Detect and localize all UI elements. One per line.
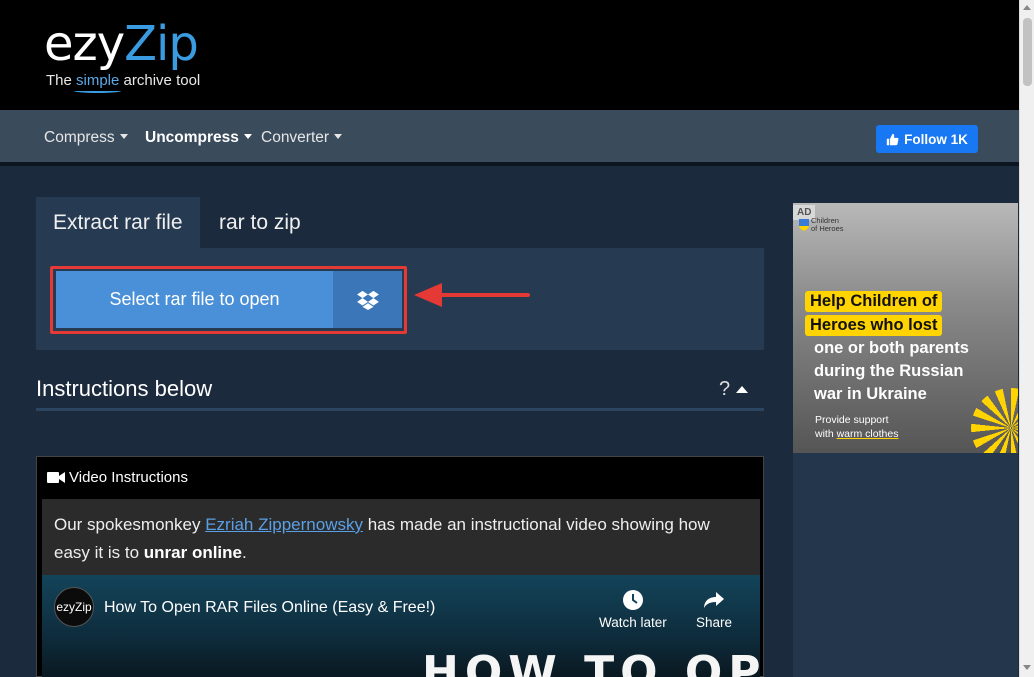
youtube-embed[interactable]: ezyZip How To Open RAR Files Online (Eas… [42, 575, 760, 677]
watch-later-button[interactable]: Watch later [599, 589, 667, 630]
follow-label: Follow 1K [904, 131, 968, 147]
logo-wordmark: ezyZip [44, 16, 199, 72]
site-logo[interactable]: ezyZip The simple archive tool [44, 16, 200, 89]
advertisement[interactable]: AD Children of Heroes Help Children of H… [793, 203, 1018, 453]
main-nav: Compress Uncompress Converter Follow 1K [0, 110, 1019, 166]
dropbox-button[interactable] [333, 271, 402, 328]
divider [36, 408, 764, 411]
video-thumbnail-text: HOW TO OPEN [422, 647, 760, 677]
ad-sun-graphic [971, 388, 1018, 453]
tab-rar-to-zip[interactable]: rar to zip [219, 197, 301, 248]
select-file-label: Select rar file to open [109, 289, 280, 309]
ad-subtext: Provide support with warm clothes [815, 413, 898, 441]
scroll-down-icon[interactable] [1023, 665, 1031, 670]
tab-extract-rar[interactable]: Extract rar file [36, 197, 200, 248]
ad-sub-line1: Provide support [815, 414, 889, 426]
site-header: ezyZip The simple archive tool [0, 0, 1019, 110]
spokesmonkey-link[interactable]: Ezriah Zippernowsky [205, 515, 363, 534]
thumbs-up-icon [886, 133, 899, 145]
desc-bold: unrar online [143, 543, 242, 562]
tab-extract-rar-label: Extract rar file [53, 210, 183, 234]
ad-headline-4: during the Russian [814, 362, 964, 380]
channel-name: ezyZip [56, 600, 92, 614]
video-title[interactable]: How To Open RAR Files Online (Easy & Fre… [104, 599, 435, 617]
video-card-heading: Video Instructions [47, 469, 188, 486]
ad-sub-link[interactable]: warm clothes [837, 428, 899, 440]
watch-later-label: Watch later [599, 615, 667, 630]
ad-sub-line2-pre: with [815, 428, 837, 440]
desc-post: . [242, 543, 247, 562]
chevron-up-icon [736, 386, 749, 393]
sidebar-area [793, 453, 1018, 677]
video-card-heading-text: Video Instructions [69, 469, 188, 486]
nav-converter-label: Converter [261, 129, 330, 146]
facebook-follow-button[interactable]: Follow 1K [876, 125, 978, 153]
instructions-toggle[interactable]: ? [719, 378, 749, 401]
ad-headline-5: war in Ukraine [814, 385, 927, 403]
chevron-down-icon [119, 134, 128, 139]
nav-compress[interactable]: Compress [44, 129, 128, 147]
tab-rar-to-zip-label: rar to zip [219, 210, 301, 234]
arrow-icon [414, 283, 530, 307]
desc-pre: Our spokesmonkey [54, 515, 206, 534]
nav-uncompress-label: Uncompress [145, 129, 239, 146]
share-button[interactable]: Share [696, 589, 732, 630]
shield-icon [799, 219, 809, 231]
ad-org-line2: of Heroes [811, 224, 844, 233]
select-file-button[interactable]: Select rar file to open [56, 271, 333, 328]
ad-headline-3: one or both parents [814, 339, 969, 357]
video-card-description: Our spokesmonkey Ezriah Zippernowsky has… [42, 499, 760, 579]
ad-headline-2: Heroes who lost [805, 315, 943, 336]
channel-avatar[interactable]: ezyZip [54, 587, 94, 627]
video-instructions-card: Video Instructions Our spokesmonkey Ezri… [36, 456, 764, 677]
logo-zip: Zip [124, 16, 199, 72]
help-icon: ? [719, 378, 731, 400]
ad-org-logo: Children of Heroes [799, 217, 844, 233]
page-scrollbar[interactable] [1019, 0, 1034, 677]
chevron-down-icon [334, 134, 343, 139]
nav-compress-label: Compress [44, 129, 115, 146]
video-camera-icon [47, 472, 65, 483]
scroll-up-icon[interactable] [1023, 5, 1031, 10]
nav-uncompress[interactable]: Uncompress [145, 129, 252, 147]
scrollbar-thumb[interactable] [1023, 18, 1032, 86]
tagline-simple: simple [76, 72, 120, 89]
clock-icon [622, 590, 643, 610]
share-label: Share [696, 615, 733, 630]
instructions-title: Instructions below [36, 376, 213, 401]
ad-headline-1: Help Children of [805, 291, 943, 312]
chevron-down-icon [243, 134, 252, 139]
logo-tagline: The simple archive tool [46, 72, 200, 89]
tagline-post: archive tool [119, 72, 201, 89]
nav-converter[interactable]: Converter [261, 129, 343, 147]
dropbox-icon [356, 290, 379, 310]
logo-ezy: ezy [44, 16, 125, 72]
share-icon [704, 592, 725, 608]
tagline-pre: The [46, 72, 77, 89]
